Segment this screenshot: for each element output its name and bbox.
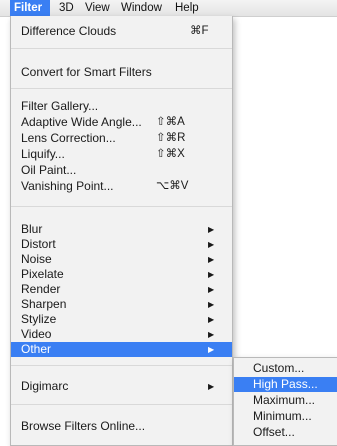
submenu-arrow-icon: ▶ (208, 345, 215, 354)
menu-separator (11, 206, 232, 207)
menubar-filter[interactable]: Filter (10, 0, 50, 16)
menubar-window[interactable]: Window (121, 0, 162, 16)
submenu-arrow-icon: ▶ (208, 270, 215, 279)
menu-item-digimarc[interactable]: Digimarc ▶ (11, 379, 232, 394)
menu-item-video[interactable]: Video ▶ (11, 327, 232, 342)
submenu-arrow-icon: ▶ (208, 240, 215, 249)
menu-item-label: Vanishing Point... (21, 179, 114, 193)
menu-item-filter-gallery[interactable]: Filter Gallery... (11, 99, 232, 114)
shortcut-label: ⌥⌘V (156, 180, 189, 192)
menu-item-pixelate[interactable]: Pixelate ▶ (11, 267, 232, 282)
menu-item-label: Stylize (21, 312, 57, 326)
menu-item-label: Difference Clouds (21, 24, 117, 38)
menu-item-label: Oil Paint... (21, 163, 77, 177)
menu-item-label: Digimarc (21, 379, 69, 393)
menu-item-label: Sharpen (21, 297, 67, 311)
menubar-help[interactable]: Help (175, 0, 199, 16)
submenu-item-label: Maximum... (253, 393, 316, 407)
menu-item-difference-clouds[interactable]: Difference Clouds ⌘F (11, 24, 232, 39)
menu-item-label: Adaptive Wide Angle... (21, 115, 142, 129)
submenu-item-minimum[interactable]: Minimum... (234, 409, 337, 424)
menu-item-render[interactable]: Render ▶ (11, 282, 232, 297)
menu-item-other[interactable]: Other ▶ (11, 342, 232, 357)
submenu-item-custom[interactable]: Custom... (234, 361, 337, 376)
submenu-arrow-icon: ▶ (208, 225, 215, 234)
shortcut-label: ⇧⌘X (156, 148, 185, 160)
menu-item-lens-correction[interactable]: Lens Correction... ⇧⌘R (11, 131, 232, 146)
menu-item-label: Browse Filters Online... (21, 419, 146, 433)
submenu-item-label: Offset... (253, 425, 295, 439)
menu-item-label: Liquify... (21, 147, 65, 161)
submenu-arrow-icon: ▶ (208, 382, 215, 391)
menu-item-label: Blur (21, 222, 43, 236)
menu-item-vanishing-point[interactable]: Vanishing Point... ⌥⌘V (11, 179, 232, 194)
menu-item-label: Filter Gallery... (21, 99, 99, 113)
menu-item-label: Render (21, 282, 61, 296)
menu-item-label: Distort (21, 237, 56, 251)
menu-item-label: Other (21, 342, 52, 356)
menu-separator (11, 48, 232, 49)
menu-separator (11, 365, 232, 366)
menu-item-oil-paint[interactable]: Oil Paint... (11, 163, 232, 178)
menu-item-blur[interactable]: Blur ▶ (11, 222, 232, 237)
submenu-item-label: Minimum... (253, 409, 312, 423)
menu-separator (11, 88, 232, 89)
submenu-item-maximum[interactable]: Maximum... (234, 393, 337, 408)
menu-bar: Filter 3D View Window Help (0, 0, 337, 17)
shortcut-label: ⇧⌘A (156, 116, 185, 128)
menu-item-browse-filters-online[interactable]: Browse Filters Online... (11, 419, 232, 434)
menu-item-stylize[interactable]: Stylize ▶ (11, 312, 232, 327)
menubar-view[interactable]: View (85, 0, 110, 16)
menu-item-label: Convert for Smart Filters (21, 65, 152, 79)
menu-item-noise[interactable]: Noise ▶ (11, 252, 232, 267)
shortcut-label: ⇧⌘R (156, 132, 186, 144)
menubar-3d[interactable]: 3D (59, 0, 74, 16)
submenu-item-high-pass[interactable]: High Pass... (234, 377, 337, 392)
submenu-arrow-icon: ▶ (208, 330, 215, 339)
other-submenu: Custom... High Pass... Maximum... Minimu… (233, 357, 337, 446)
menu-item-label: Pixelate (21, 267, 64, 281)
menu-item-distort[interactable]: Distort ▶ (11, 237, 232, 252)
menu-item-label: Noise (21, 252, 52, 266)
submenu-arrow-icon: ▶ (208, 255, 215, 264)
menu-separator (11, 404, 232, 405)
submenu-item-label: High Pass... (253, 377, 318, 391)
menu-item-sharpen[interactable]: Sharpen ▶ (11, 297, 232, 312)
menu-item-adaptive-wide-angle[interactable]: Adaptive Wide Angle... ⇧⌘A (11, 115, 232, 130)
filter-menu: Difference Clouds ⌘F Convert for Smart F… (10, 16, 233, 446)
menu-item-convert-smart-filters[interactable]: Convert for Smart Filters (11, 65, 232, 80)
submenu-item-offset[interactable]: Offset... (234, 425, 337, 440)
menu-item-liquify[interactable]: Liquify... ⇧⌘X (11, 147, 232, 162)
submenu-arrow-icon: ▶ (208, 315, 215, 324)
submenu-arrow-icon: ▶ (208, 285, 215, 294)
submenu-arrow-icon: ▶ (208, 300, 215, 309)
menu-item-label: Video (21, 327, 52, 341)
shortcut-label: ⌘F (190, 25, 209, 37)
submenu-item-label: Custom... (253, 361, 305, 375)
menu-item-label: Lens Correction... (21, 131, 116, 145)
